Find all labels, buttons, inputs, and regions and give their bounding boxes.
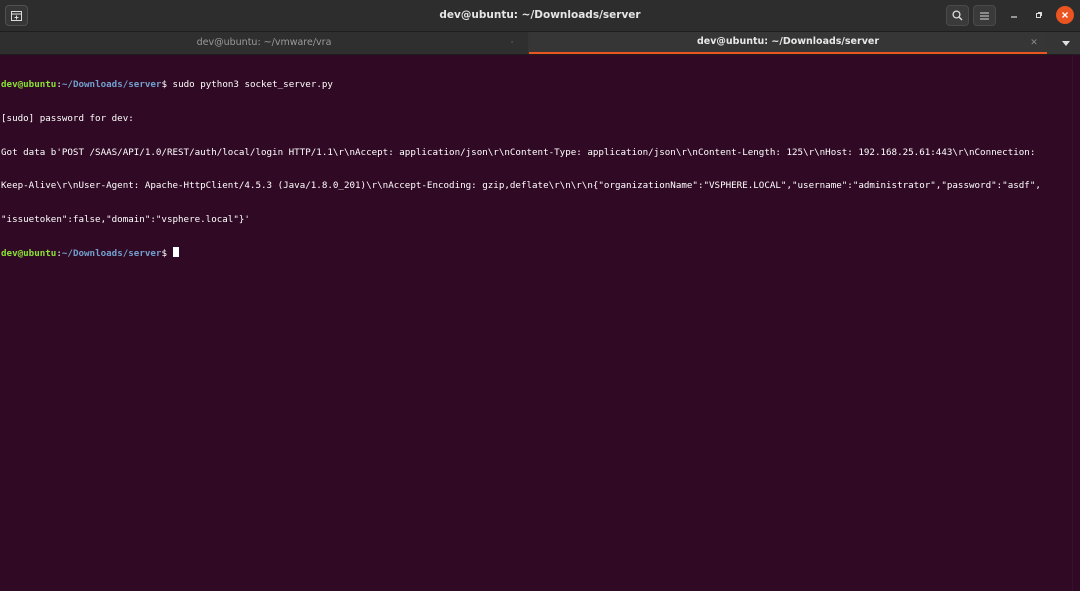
tab-downloads-server[interactable]: dev@ubuntu: ~/Downloads/server — [529, 32, 1047, 54]
prompt-user: dev@ubuntu — [1, 79, 57, 91]
tab-vmware-vra[interactable]: dev@ubuntu: ~/vmware/vra — [0, 32, 528, 54]
close-button[interactable] — [1056, 6, 1074, 24]
terminal-line: Got data b'POST /SAAS/API/1.0/REST/auth/… — [1, 146, 1036, 158]
hamburger-menu-icon — [980, 12, 989, 19]
prompt-user: dev@ubuntu — [1, 248, 57, 260]
command-text: sudo python3 socket_server.py — [172, 79, 333, 91]
terminal-line-prompt: dev@ubuntu:~/Downloads/server$ — [1, 247, 1072, 260]
minimize-icon — [1011, 16, 1017, 18]
terminal-line: [sudo] password for dev: — [1, 113, 134, 124]
tab-list-button[interactable] — [1052, 32, 1080, 54]
tab-close-icon[interactable]: · — [505, 32, 519, 54]
prompt-path: ~/Downloads/server — [61, 79, 162, 91]
title-bar: dev@ubuntu: ~/Downloads/server — [0, 0, 1080, 32]
prompt-symbol: $ — [161, 248, 173, 260]
terminal-line-prompt: dev@ubuntu:~/Downloads/server$ sudo pyth… — [1, 79, 1072, 90]
terminal-window: dev@ubuntu: ~/Downloads/server dev@ubunt… — [0, 0, 1080, 591]
terminal-line: Keep-Alive\r\nUser-Agent: Apache-HttpCli… — [1, 180, 1041, 192]
maximize-icon — [1036, 12, 1042, 18]
prompt-path: ~/Downloads/server — [61, 248, 162, 260]
search-button[interactable] — [946, 5, 969, 26]
terminal-output[interactable]: dev@ubuntu:~/Downloads/server$ sudo pyth… — [0, 55, 1072, 591]
search-icon — [952, 10, 963, 21]
chevron-down-icon — [1062, 40, 1070, 46]
terminal-line: "issuetoken":false,"domain":"vsphere.loc… — [1, 213, 250, 225]
close-icon — [1062, 12, 1068, 18]
tab-label: dev@ubuntu: ~/Downloads/server — [696, 36, 880, 47]
terminal-scrollbar[interactable] — [1072, 55, 1080, 591]
minimize-button[interactable] — [1005, 6, 1023, 24]
tab-bar: dev@ubuntu: ~/vmware/vra · dev@ubuntu: ~… — [0, 32, 1080, 55]
tab-label: dev@ubuntu: ~/vmware/vra — [196, 37, 332, 48]
text-cursor — [172, 247, 179, 258]
prompt-symbol: $ — [161, 79, 173, 91]
window-title: dev@ubuntu: ~/Downloads/server — [439, 9, 641, 21]
maximize-button[interactable] — [1030, 6, 1048, 24]
tab-close-icon[interactable]: ✕ — [1027, 32, 1041, 54]
menu-button[interactable] — [973, 5, 996, 26]
